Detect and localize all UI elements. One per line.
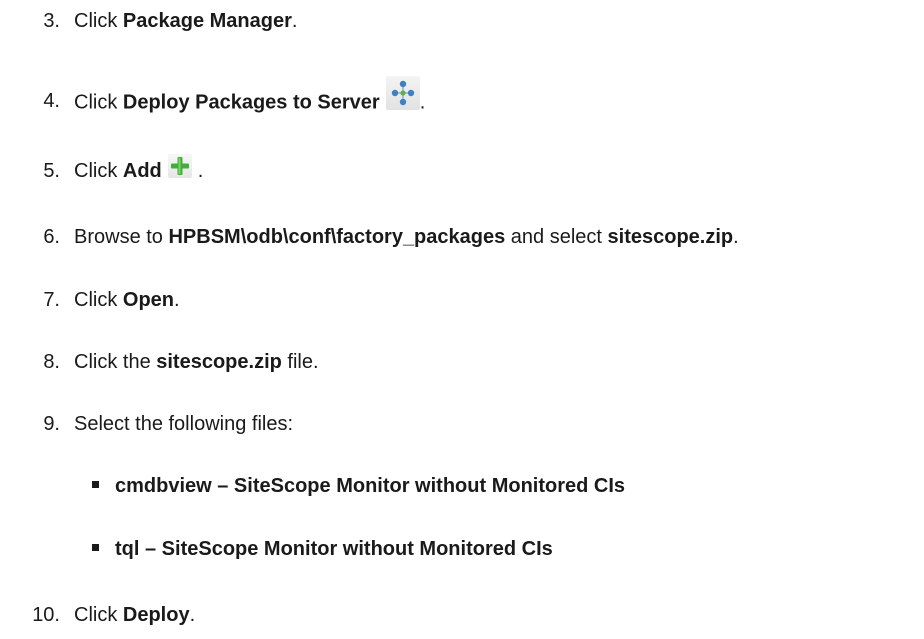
step-text-plain: Click (74, 10, 123, 32)
step-text: Click Add . (74, 153, 204, 186)
step-number: 5. (43, 160, 60, 182)
step-text-plain: Click (74, 604, 123, 626)
step-text-plain: Click (74, 160, 123, 182)
step-number: 8. (43, 351, 60, 373)
step-number: 7. (43, 289, 60, 311)
step-number: 4. (43, 90, 60, 112)
bullet-icon (92, 481, 99, 489)
step-bold-term: Add (122, 160, 162, 182)
step-bold-term: HPBSM\odb\conf\factory_packages (168, 226, 506, 248)
deploy-packages-icon (385, 76, 420, 110)
bullet-text: cmdbview – SiteScope Monitor without Mon… (115, 475, 626, 497)
step-text: Click Open. (74, 285, 180, 315)
step-number: 6. (43, 226, 60, 248)
step-text-end: . (189, 604, 196, 626)
step-number: 3. (43, 10, 60, 32)
step-number: 10. (32, 604, 60, 626)
step-text-end: . (174, 289, 180, 311)
step-text-end: . (419, 91, 426, 114)
bullet-icon (92, 544, 99, 552)
step-bold-term: Deploy (122, 604, 190, 626)
bullet-item: cmdbview – SiteScope Monitor without Mon… (92, 471, 625, 501)
step-text: Browse to HPBSM\odb\conf\factory_package… (74, 222, 739, 252)
bullet-text: tql – SiteScope Monitor without Monitore… (115, 538, 553, 560)
step-bold-term: Deploy Packages to Server (122, 91, 380, 114)
step-text-plain: Click (74, 91, 123, 114)
step-text-plain: Select the following files: (74, 413, 294, 435)
step-text: Click Deploy Packages to Server . (74, 76, 426, 120)
step-text-end: . (291, 10, 298, 32)
add-icon (167, 153, 192, 178)
step-text: Select the following files: (74, 409, 293, 439)
step-text-end: file. (281, 351, 319, 373)
step-text: Click the sitescope.zip file. (74, 347, 319, 377)
step-bold-term: sitescope.zip (156, 351, 282, 373)
step-text-plain: Click (74, 289, 123, 311)
step-number: 9. (43, 413, 60, 435)
step-bold-term-2: sitescope.zip (607, 226, 734, 248)
step-bold-term: Open (122, 289, 175, 311)
step-text: Click Package Manager. (74, 6, 297, 36)
step-text: Click Deploy. (74, 600, 195, 630)
step-bold-term: Package Manager (122, 10, 292, 32)
bullet-item: tql – SiteScope Monitor without Monitore… (92, 534, 553, 564)
step-text-plain: Browse to (74, 226, 169, 248)
step-text-end: . (733, 226, 739, 248)
step-text-middle: and select (505, 226, 608, 248)
step-text-end: . (197, 160, 204, 182)
step-text-plain: Click the (74, 351, 157, 373)
